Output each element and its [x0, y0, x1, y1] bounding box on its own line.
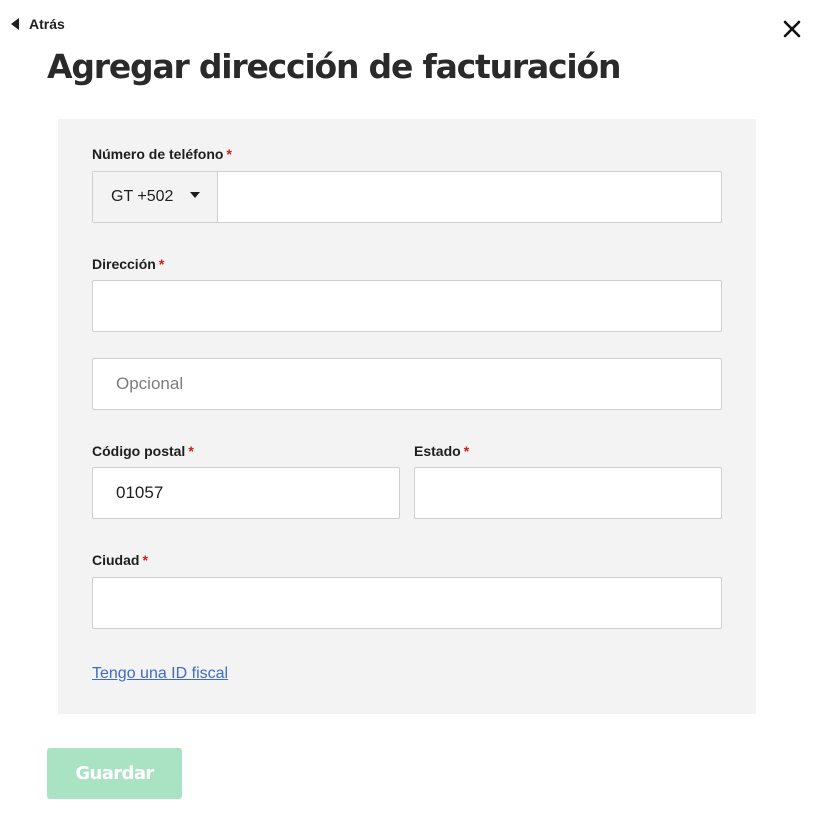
- state-field: [414, 467, 722, 519]
- city-label-text: Ciudad: [92, 552, 140, 568]
- required-mark: *: [463, 443, 470, 459]
- country-code-select[interactable]: GT +502: [93, 172, 218, 222]
- phone-label-text: Número de teléfono: [92, 146, 224, 162]
- address-label-text: Dirección: [92, 256, 156, 272]
- required-mark: *: [158, 256, 165, 272]
- address2-input[interactable]: [93, 359, 721, 409]
- phone-input[interactable]: [218, 172, 721, 222]
- close-icon[interactable]: [781, 18, 803, 40]
- address-field: [92, 280, 722, 332]
- address-input[interactable]: [93, 281, 721, 331]
- state-label-text: Estado: [414, 443, 461, 459]
- postal-code-input[interactable]: [93, 468, 399, 518]
- address-label: Dirección *: [92, 256, 164, 272]
- address2-field: [92, 358, 722, 410]
- required-mark: *: [142, 552, 148, 568]
- city-input[interactable]: [93, 578, 721, 628]
- caret-left-icon: [11, 18, 19, 30]
- country-code-value: GT +502: [111, 188, 174, 205]
- caret-down-icon: [190, 192, 201, 198]
- required-mark: *: [226, 146, 232, 162]
- postal-code-label: Código postal *: [92, 443, 194, 459]
- postal-code-field: [92, 467, 400, 519]
- back-link[interactable]: Atrás: [11, 15, 65, 33]
- phone-label: Número de teléfono *: [92, 146, 232, 162]
- page-title: Agregar dirección de facturación: [47, 47, 621, 86]
- save-button[interactable]: Guardar: [47, 748, 182, 799]
- postal-code-label-text: Código postal: [92, 443, 186, 459]
- required-mark: *: [188, 443, 194, 459]
- back-label: Atrás: [29, 16, 65, 32]
- phone-field: GT +502: [92, 171, 722, 223]
- state-label: Estado *: [414, 443, 469, 459]
- tax-id-link[interactable]: Tengo una ID fiscal: [92, 665, 228, 683]
- state-input[interactable]: [415, 468, 721, 518]
- city-field: [92, 577, 722, 629]
- city-label: Ciudad *: [92, 552, 148, 568]
